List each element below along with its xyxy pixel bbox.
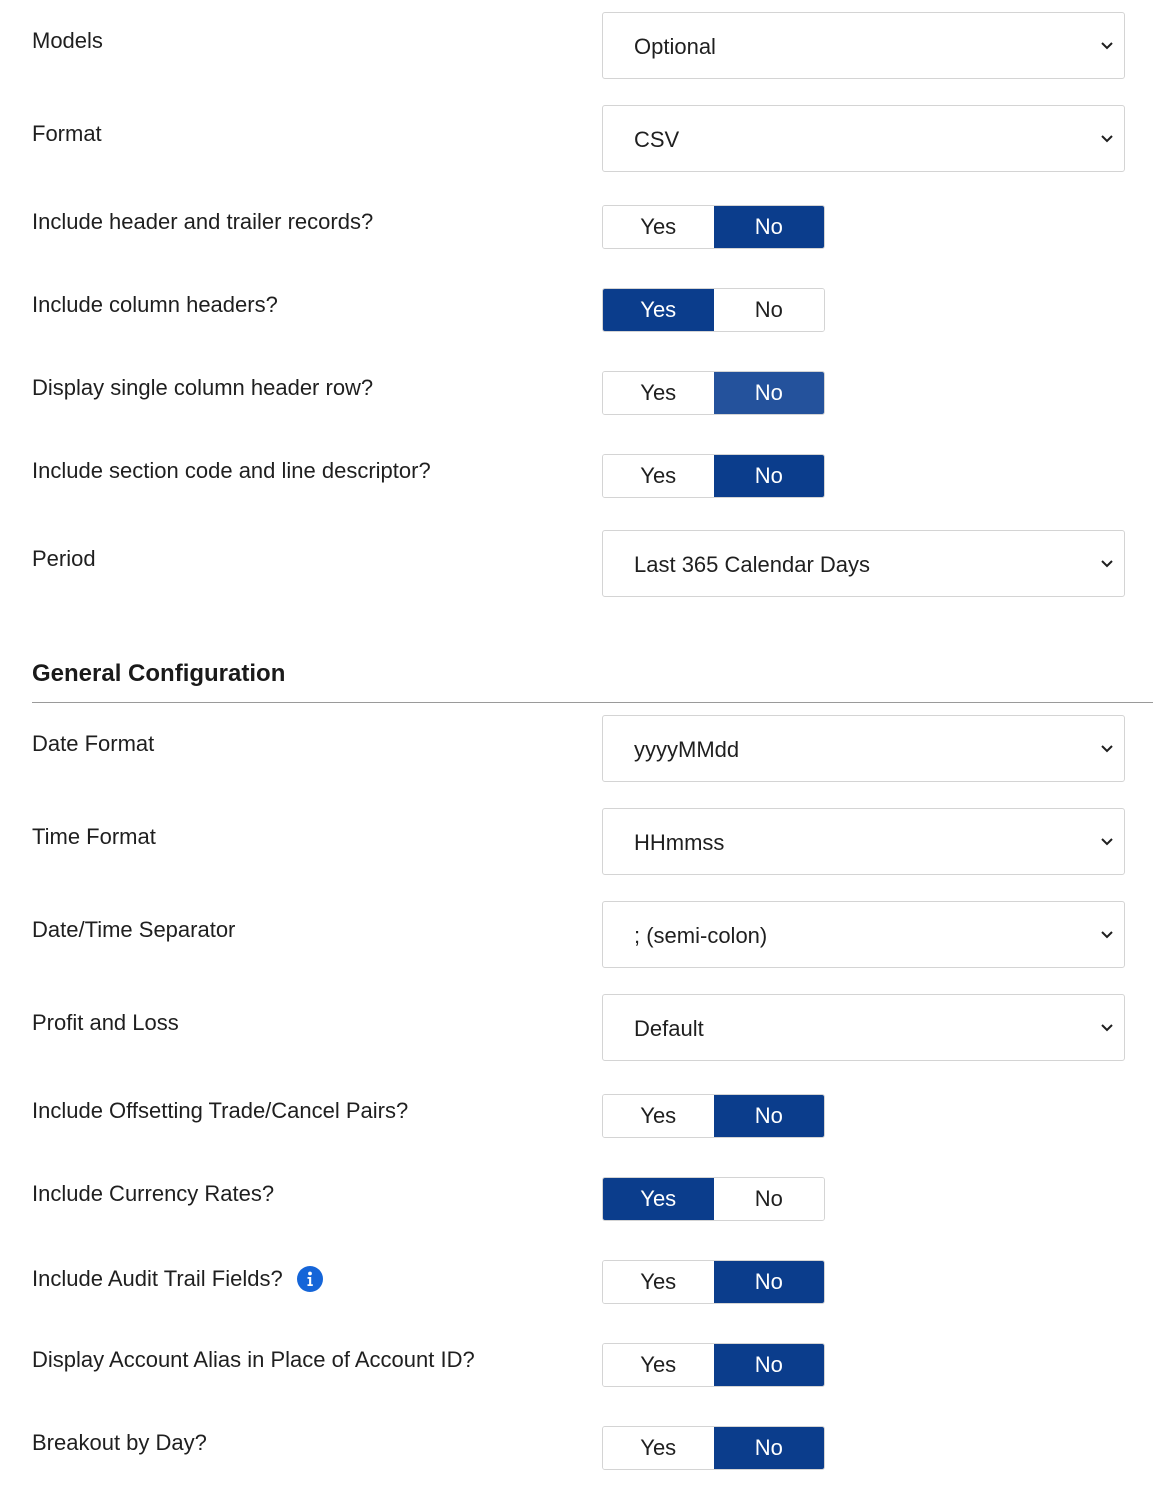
currency-rates-yes-button[interactable]: Yes [603, 1178, 714, 1220]
chevron-down-icon [1101, 135, 1113, 143]
section-code-yes-button[interactable]: Yes [603, 455, 714, 497]
format-select-value: CSV [634, 127, 680, 152]
column-headers-yes-button[interactable]: Yes [603, 289, 714, 331]
time-format-select-value: HHmmss [634, 830, 725, 855]
section-code-toggle: Yes No [602, 454, 825, 498]
currency-rates-no-button[interactable]: No [713, 1178, 824, 1220]
period-select[interactable]: Last 365 Calendar Days [602, 530, 1125, 597]
breakout-by-day-no-button[interactable]: No [713, 1427, 824, 1469]
chevron-down-icon [1101, 745, 1113, 753]
profit-loss-select[interactable]: Default [602, 994, 1125, 1061]
account-alias-label: Display Account Alias in Place of Accoun… [32, 1347, 475, 1372]
section-code-label: Include section code and line descriptor… [32, 458, 431, 483]
format-select[interactable]: CSV [602, 105, 1125, 172]
date-format-select[interactable]: yyyyMMdd [602, 715, 1125, 782]
chevron-down-icon [1101, 560, 1113, 568]
general-configuration-heading: General Configuration [32, 660, 286, 687]
date-format-select-value: yyyyMMdd [634, 737, 740, 762]
time-format-label: Time Format [32, 824, 156, 849]
header-trailer-yes-button[interactable]: Yes [603, 206, 714, 248]
account-alias-no-button[interactable]: No [713, 1344, 824, 1386]
column-headers-toggle: Yes No [602, 288, 825, 332]
header-trailer-no-button[interactable]: No [713, 206, 824, 248]
single-header-row-label: Display single column header row? [32, 375, 374, 400]
single-header-row-no-button[interactable]: No [713, 372, 824, 414]
offsetting-pairs-label: Include Offsetting Trade/Cancel Pairs? [32, 1098, 409, 1123]
audit-trail-label-group: Include Audit Trail Fields? [32, 1266, 323, 1292]
info-icon[interactable] [296, 1266, 323, 1292]
profit-loss-select-value: Default [634, 1016, 704, 1041]
header-trailer-toggle: Yes No [602, 205, 825, 249]
account-alias-yes-button[interactable]: Yes [603, 1344, 714, 1386]
datetime-separator-label: Date/Time Separator [32, 917, 236, 942]
datetime-separator-select-value: ; (semi-colon) [634, 923, 768, 948]
period-label: Period [32, 546, 96, 571]
offsetting-pairs-toggle: Yes No [602, 1094, 825, 1138]
section-code-no-button[interactable]: No [713, 455, 824, 497]
chevron-down-icon [1101, 42, 1113, 50]
breakout-by-day-yes-button[interactable]: Yes [603, 1427, 714, 1469]
breakout-by-day-toggle: Yes No [602, 1426, 825, 1470]
offsetting-pairs-yes-button[interactable]: Yes [603, 1095, 714, 1137]
models-label: Models [32, 28, 103, 53]
audit-trail-label: Include Audit Trail Fields? [32, 1266, 283, 1291]
chevron-down-icon [1101, 838, 1113, 846]
period-select-value: Last 365 Calendar Days [634, 552, 871, 577]
account-alias-toggle: Yes No [602, 1343, 825, 1387]
models-select[interactable]: Optional [602, 12, 1125, 79]
models-select-value: Optional [634, 34, 716, 59]
format-label: Format [32, 121, 102, 146]
chevron-down-icon [1101, 931, 1113, 939]
offsetting-pairs-no-button[interactable]: No [713, 1095, 824, 1137]
breakout-by-day-label: Breakout by Day? [32, 1430, 207, 1455]
currency-rates-toggle: Yes No [602, 1177, 825, 1221]
column-headers-label: Include column headers? [32, 292, 278, 317]
profit-loss-label: Profit and Loss [32, 1010, 179, 1035]
header-trailer-label: Include header and trailer records? [32, 209, 374, 234]
date-format-label: Date Format [32, 731, 155, 756]
currency-rates-label: Include Currency Rates? [32, 1181, 275, 1206]
audit-trail-no-button[interactable]: No [713, 1261, 824, 1303]
audit-trail-yes-button[interactable]: Yes [603, 1261, 714, 1303]
datetime-separator-select[interactable]: ; (semi-colon) [602, 901, 1125, 968]
column-headers-no-button[interactable]: No [713, 289, 824, 331]
section-divider [32, 702, 1153, 703]
time-format-select[interactable]: HHmmss [602, 808, 1125, 875]
single-header-row-toggle: Yes No [602, 371, 825, 415]
single-header-row-yes-button[interactable]: Yes [603, 372, 714, 414]
audit-trail-toggle: Yes No [602, 1260, 825, 1304]
chevron-down-icon [1101, 1024, 1113, 1032]
